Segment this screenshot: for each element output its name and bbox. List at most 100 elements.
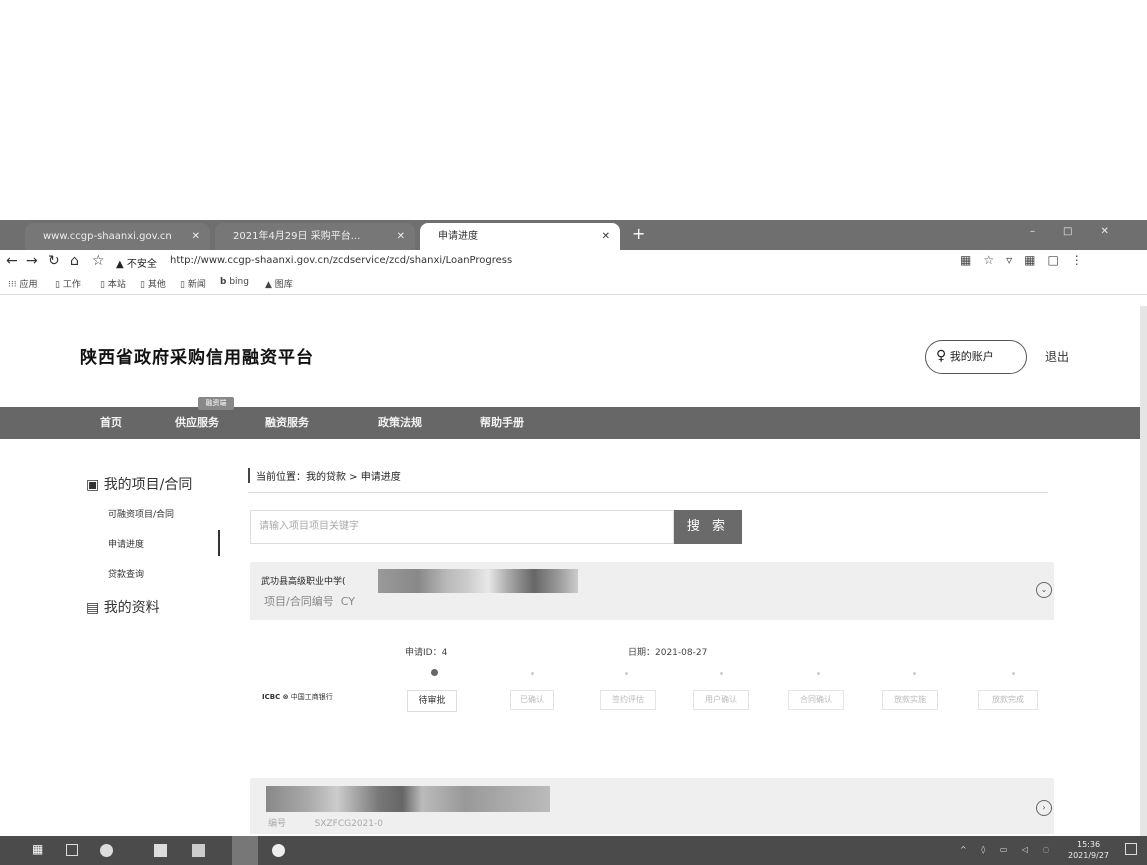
edge-icon[interactable]	[100, 844, 113, 857]
bank-label: 中国工商银行	[290, 693, 333, 701]
step-label: 合同确认	[788, 690, 844, 710]
reload-icon[interactable]: ↻	[48, 253, 60, 269]
breadcrumb: 当前位置：我的贷款 > 申请进度	[248, 468, 401, 483]
windows-start-icon[interactable]: ▦	[32, 842, 45, 856]
extension-icons[interactable]: ▦☆▿▦□⋮	[960, 253, 1095, 267]
system-tray-icons[interactable]: ^ ◊ ▭ ◁ ◌	[960, 845, 1056, 854]
task-view-icon[interactable]	[66, 844, 78, 856]
active-app-icon[interactable]	[232, 836, 258, 865]
my-account-button[interactable]: ♀ 我的账户	[925, 340, 1027, 374]
bookmark-work[interactable]: ▯ 工作	[55, 277, 81, 290]
subtitle-value: CY	[340, 595, 355, 608]
main-nav: 首页 供应服务 融资服务 政策法规 帮助手册	[0, 407, 1140, 439]
step-current: 待审批	[407, 690, 457, 712]
sidebar: ▣ 我的项目/合同 可融资项目/合同 申请进度 贷款查询 ▤ 我的资料	[78, 460, 228, 680]
new-tab-button[interactable]: +	[632, 224, 645, 243]
sidebar-section-projects[interactable]: ▣ 我的项目/合同	[86, 474, 192, 494]
bookmark-label: 图库	[274, 280, 293, 290]
user-icon: ♀	[936, 348, 947, 364]
page-scrollbar[interactable]	[1140, 306, 1147, 836]
clock[interactable]: 15:36 2021/9/27	[1068, 839, 1109, 861]
active-indicator	[218, 530, 220, 556]
step-dot	[913, 672, 916, 675]
subtitle-label: 编号	[268, 819, 287, 829]
notification-icon[interactable]	[1125, 843, 1137, 855]
card-subtitle: 项目/合同编号 CY	[264, 593, 355, 609]
account-label: 我的账户	[949, 350, 994, 363]
apply-date: 日期：2021-08-27	[628, 648, 708, 658]
loan-card-header[interactable]: 武功县高级职业中学( 项目/合同编号 CY ⌄	[250, 562, 1054, 620]
bank-logo-icon: ICBC ⊗	[262, 693, 289, 701]
card-subtitle: 编号 SXZFCG2021-0	[268, 816, 383, 829]
search-button[interactable]: 搜 索	[674, 510, 742, 544]
bookmark-other[interactable]: ▯ 其他	[140, 277, 166, 290]
bank-name: ICBC ⊗ 中国工商银行	[262, 692, 333, 702]
browser-toolbar: ← → ↻ ⌂ ☆ ▲ 不安全 http://www.ccgp-shaanxi.…	[0, 250, 1147, 274]
forward-arrow-icon[interactable]: →	[26, 253, 38, 269]
nav-supply-service[interactable]: 供应服务	[175, 407, 219, 439]
card-title: 武功县高级职业中学(	[261, 577, 346, 587]
logout-link[interactable]: 退出	[1045, 348, 1069, 365]
subtitle-value: SXZFCG2021-0	[314, 819, 383, 829]
close-icon[interactable]: ✕	[192, 223, 200, 250]
step-dot	[531, 672, 534, 675]
step-dot	[625, 672, 628, 675]
file-explorer-icon[interactable]	[192, 844, 205, 857]
nav-badge: 融资端	[198, 397, 234, 410]
back-arrow-icon[interactable]: ←	[6, 253, 18, 269]
browser-tab-2[interactable]: 2021年4月29日 采购平台... ✕	[215, 223, 415, 250]
subtitle-label: 项目/合同编号	[264, 595, 334, 608]
browser-tab-1[interactable]: www.ccgp-shaanxi.gov.cn ✕	[25, 223, 210, 250]
bookmark-site[interactable]: ▯ 本站	[100, 277, 126, 290]
chevron-down-icon[interactable]: ⌄	[1036, 582, 1052, 598]
divider	[248, 492, 1048, 493]
bookmark-news[interactable]: ▯ 新闻	[180, 277, 206, 290]
redacted-block	[378, 569, 578, 593]
sidebar-item-financeable[interactable]: 可融资项目/合同	[108, 507, 174, 520]
step-dot	[817, 672, 820, 675]
bookmark-label: 新闻	[187, 280, 206, 290]
nav-policy[interactable]: 政策法规	[378, 407, 422, 439]
tab-title: 申请进度	[438, 231, 478, 242]
step-label: 放款完成	[978, 690, 1038, 710]
step-label: 用户确认	[693, 690, 749, 710]
step-dot-active	[431, 669, 438, 676]
browser-tab-active[interactable]: 申请进度 ✕	[420, 223, 620, 250]
sidebar-item-loan-query[interactable]: 贷款查询	[108, 567, 144, 580]
step-label: 放款实施	[882, 690, 938, 710]
close-icon[interactable]: ✕	[602, 223, 610, 250]
bookmark-label: bing	[229, 277, 249, 287]
bookmark-apps[interactable]: ⁝⁝⁝ 应用	[8, 277, 37, 290]
step-dot	[720, 672, 723, 675]
apply-id: 申请ID：4	[405, 648, 448, 658]
chrome-icon[interactable]	[272, 844, 285, 857]
sidebar-section-profile[interactable]: ▤ 我的资料	[86, 597, 160, 617]
os-taskbar: ▦ ^ ◊ ▭ ◁ ◌ 15:36 2021/9/27	[0, 836, 1147, 865]
tab-title: www.ccgp-shaanxi.gov.cn	[43, 231, 172, 242]
window-controls[interactable]: –□✕	[1030, 226, 1137, 237]
loan-card-header[interactable]: 编号 SXZFCG2021-0 ›	[250, 778, 1054, 834]
search-input[interactable]: 请输入项目项目关键字	[250, 510, 674, 544]
section-label: 我的项目/合同	[103, 477, 193, 493]
browser-tab-bar: www.ccgp-shaanxi.gov.cn ✕ 2021年4月29日 采购平台…	[0, 220, 1147, 250]
sidebar-item-progress[interactable]: 申请进度	[108, 537, 144, 550]
chevron-right-icon[interactable]: ›	[1036, 800, 1052, 816]
star-icon[interactable]: ☆	[92, 253, 105, 269]
home-icon[interactable]: ⌂	[70, 253, 79, 269]
bookmark-bing[interactable]: b bing	[220, 277, 249, 287]
clock-time: 15:36	[1076, 840, 1101, 849]
step-label: 签约评估	[600, 690, 656, 710]
bookmark-label: 工作	[62, 280, 81, 290]
redacted-block	[266, 786, 550, 812]
nav-finance-service[interactable]: 融资服务	[265, 407, 309, 439]
nav-help[interactable]: 帮助手册	[480, 407, 524, 439]
section-label: 我的资料	[103, 600, 160, 616]
bookmark-label: 其他	[147, 280, 166, 290]
security-warning[interactable]: ▲ 不安全	[116, 255, 157, 270]
bookmark-label: 本站	[107, 280, 126, 290]
nav-home[interactable]: 首页	[100, 407, 122, 439]
close-icon[interactable]: ✕	[397, 223, 405, 250]
bookmark-gallery[interactable]: ▲ 图库	[265, 277, 293, 290]
app-icon[interactable]	[154, 844, 167, 857]
url-text[interactable]: http://www.ccgp-shaanxi.gov.cn/zcdservic…	[170, 255, 512, 266]
